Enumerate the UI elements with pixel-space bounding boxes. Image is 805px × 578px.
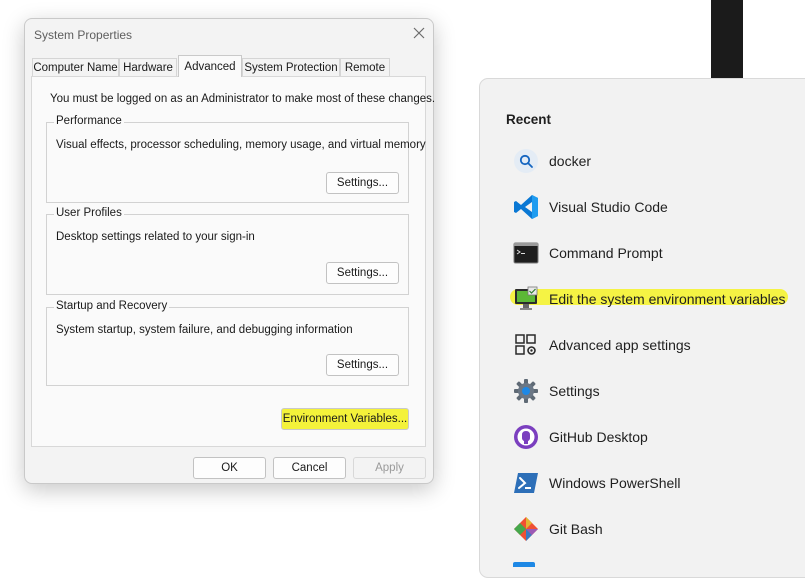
advanced-panel: You must be logged on as an Administrato… xyxy=(31,76,435,447)
group-label: Startup and Recovery xyxy=(54,300,170,312)
item-label: docker xyxy=(549,153,592,169)
dialog-title: System Properties xyxy=(34,28,133,42)
command-prompt-icon xyxy=(513,242,539,264)
recent-item-command-prompt[interactable]: Command Prompt xyxy=(508,234,805,274)
github-desktop-icon xyxy=(514,425,538,449)
cancel-button[interactable]: Cancel xyxy=(273,457,346,479)
search-icon xyxy=(514,149,538,173)
group-label: Performance xyxy=(54,115,124,127)
apply-button[interactable]: Apply xyxy=(353,457,426,479)
item-label: Command Prompt xyxy=(549,245,663,261)
item-label: Settings xyxy=(549,383,600,399)
item-label: Git Bash xyxy=(549,521,603,537)
startup-recovery-settings-button[interactable]: Settings... xyxy=(326,354,399,376)
item-label: Edit the system environment variables xyxy=(549,291,786,307)
recent-item-docker[interactable]: docker xyxy=(508,142,805,182)
user-profiles-settings-button[interactable]: Settings... xyxy=(326,262,399,284)
startup-recovery-group: Startup and Recovery System startup, sys… xyxy=(46,300,409,386)
performance-settings-button[interactable]: Settings... xyxy=(326,172,399,194)
partial-item-icon xyxy=(513,562,535,567)
group-label: User Profiles xyxy=(54,207,124,219)
item-label: GitHub Desktop xyxy=(549,429,648,445)
taskbar-edge xyxy=(711,0,743,78)
close-button[interactable] xyxy=(411,25,427,41)
tab-system-protection[interactable]: System Protection xyxy=(242,58,340,76)
group-description: System startup, system failure, and debu… xyxy=(56,324,353,336)
recent-item-visual-studio-code[interactable]: Visual Studio Code xyxy=(508,188,805,228)
recent-item-windows-powershell[interactable]: Windows PowerShell xyxy=(508,464,805,504)
item-label: Advanced app settings xyxy=(549,337,691,353)
admin-note: You must be logged on as an Administrato… xyxy=(50,93,436,105)
tab-computer-name[interactable]: Computer Name xyxy=(32,58,119,76)
app-settings-icon xyxy=(515,334,536,355)
environment-variables-button[interactable]: Environment Variables... xyxy=(281,408,409,430)
recent-item-github-desktop[interactable]: GitHub Desktop xyxy=(508,418,805,458)
recent-item-settings[interactable]: Settings xyxy=(508,372,805,412)
recent-item-git-bash[interactable]: Git Bash xyxy=(508,510,805,550)
item-label: Visual Studio Code xyxy=(549,199,668,215)
powershell-icon xyxy=(514,473,538,493)
gear-icon xyxy=(514,379,538,403)
tab-advanced[interactable]: Advanced xyxy=(178,55,242,77)
system-monitor-icon xyxy=(515,286,538,310)
start-menu-panel: Recent docker Visual Studio Code Command… xyxy=(479,78,805,578)
system-properties-dialog: System Properties Computer Name Hardware… xyxy=(24,18,435,484)
close-icon xyxy=(413,27,425,39)
item-label: Windows PowerShell xyxy=(549,475,681,491)
tab-remote[interactable]: Remote xyxy=(340,58,390,76)
recent-heading: Recent xyxy=(506,112,552,127)
ok-button[interactable]: OK xyxy=(193,457,266,479)
group-description: Visual effects, processor scheduling, me… xyxy=(56,139,426,151)
user-profiles-group: User Profiles Desktop settings related t… xyxy=(46,207,409,295)
git-bash-icon xyxy=(514,517,538,541)
recent-item-advanced-app-settings[interactable]: Advanced app settings xyxy=(508,326,805,366)
performance-group: Performance Visual effects, processor sc… xyxy=(46,115,426,203)
group-description: Desktop settings related to your sign-in xyxy=(56,231,255,243)
tab-hardware[interactable]: Hardware xyxy=(119,58,177,76)
recent-item-edit-environment-variables[interactable]: Edit the system environment variables xyxy=(508,280,805,320)
vscode-icon xyxy=(514,195,538,219)
